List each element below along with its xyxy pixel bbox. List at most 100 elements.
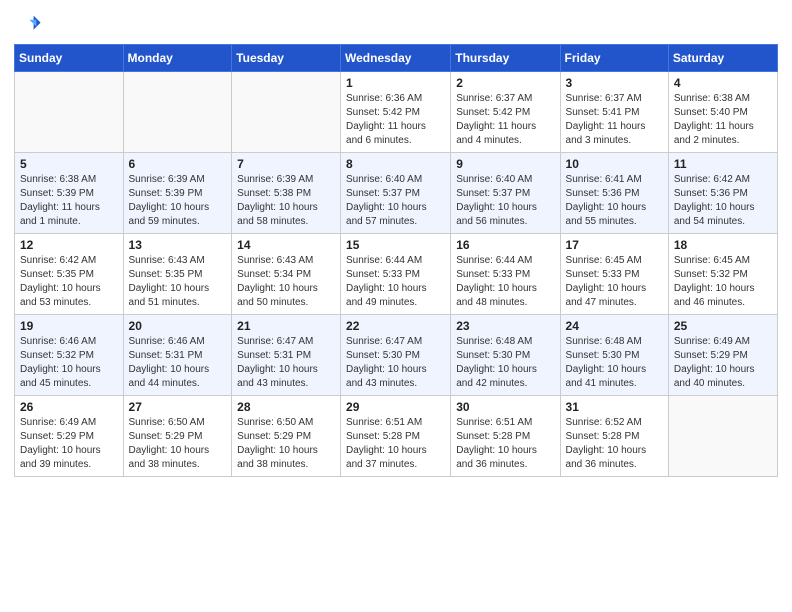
calendar-cell: 19 Sunrise: 6:46 AM Sunset: 5:32 PM Dayli… bbox=[15, 315, 124, 396]
day-info: Sunrise: 6:48 AM Sunset: 5:30 PM Dayligh… bbox=[566, 335, 663, 391]
day-info: Sunrise: 6:49 AM Sunset: 5:29 PM Dayligh… bbox=[674, 335, 772, 391]
calendar-cell: 29Sunrise: 6:51 AM Sunset: 5:28 PM Dayli… bbox=[341, 396, 451, 477]
day-info: Sunrise: 6:45 AM Sunset: 5:32 PM Dayligh… bbox=[674, 254, 772, 310]
day-info: Sunrise: 6:41 AM Sunset: 5:36 PM Dayligh… bbox=[566, 173, 663, 229]
day-info: Sunrise: 6:52 AM Sunset: 5:28 PM Dayligh… bbox=[566, 416, 663, 472]
col-header-tuesday: Tuesday bbox=[232, 45, 341, 72]
day-number: 8 bbox=[346, 157, 445, 171]
day-number: 22 bbox=[346, 319, 445, 333]
col-header-monday: Monday bbox=[123, 45, 232, 72]
day-number: 16 bbox=[456, 238, 554, 252]
day-info: Sunrise: 6:37 AM Sunset: 5:41 PM Dayligh… bbox=[566, 92, 663, 148]
calendar-cell: 25 Sunrise: 6:49 AM Sunset: 5:29 PM Dayli… bbox=[668, 315, 777, 396]
day-info: Sunrise: 6:39 AM Sunset: 5:39 PM Dayligh… bbox=[129, 173, 227, 229]
day-info: Sunrise: 6:47 AM Sunset: 5:31 PM Dayligh… bbox=[237, 335, 335, 391]
col-header-saturday: Saturday bbox=[668, 45, 777, 72]
day-number: 21 bbox=[237, 319, 335, 333]
day-number: 30 bbox=[456, 400, 554, 414]
col-header-friday: Friday bbox=[560, 45, 668, 72]
day-info: Sunrise: 6:49 AM Sunset: 5:29 PM Dayligh… bbox=[20, 416, 118, 472]
day-info: Sunrise: 6:39 AM Sunset: 5:38 PM Dayligh… bbox=[237, 173, 335, 229]
day-info: Sunrise: 6:50 AM Sunset: 5:29 PM Dayligh… bbox=[129, 416, 227, 472]
day-number: 25 bbox=[674, 319, 772, 333]
logo-icon bbox=[14, 10, 42, 38]
calendar-cell: 16Sunrise: 6:44 AM Sunset: 5:33 PM Dayli… bbox=[451, 234, 560, 315]
day-number: 1 bbox=[346, 76, 445, 90]
calendar-cell: 30 Sunrise: 6:51 AM Sunset: 5:28 PM Dayli… bbox=[451, 396, 560, 477]
calendar-cell: 17Sunrise: 6:45 AM Sunset: 5:33 PM Dayli… bbox=[560, 234, 668, 315]
calendar-cell: 3 Sunrise: 6:37 AM Sunset: 5:41 PM Daylig… bbox=[560, 72, 668, 153]
day-number: 18 bbox=[674, 238, 772, 252]
day-number: 27 bbox=[129, 400, 227, 414]
calendar-cell: 6 Sunrise: 6:39 AM Sunset: 5:39 PM Daylig… bbox=[123, 153, 232, 234]
day-info: Sunrise: 6:38 AM Sunset: 5:39 PM Dayligh… bbox=[20, 173, 118, 229]
day-number: 5 bbox=[20, 157, 118, 171]
day-number: 6 bbox=[129, 157, 227, 171]
calendar-row-4: 19 Sunrise: 6:46 AM Sunset: 5:32 PM Dayli… bbox=[15, 315, 778, 396]
calendar-header: SundayMondayTuesdayWednesdayThursdayFrid… bbox=[15, 45, 778, 72]
day-number: 14 bbox=[237, 238, 335, 252]
day-number: 2 bbox=[456, 76, 554, 90]
day-number: 23 bbox=[456, 319, 554, 333]
calendar-row-1: 1 Sunrise: 6:36 AM Sunset: 5:42 PM Daylig… bbox=[15, 72, 778, 153]
calendar-cell: 28 Sunrise: 6:50 AM Sunset: 5:29 PM Dayli… bbox=[232, 396, 341, 477]
day-number: 19 bbox=[20, 319, 118, 333]
calendar-cell: 14Sunrise: 6:43 AM Sunset: 5:34 PM Dayli… bbox=[232, 234, 341, 315]
calendar-cell: 5 Sunrise: 6:38 AM Sunset: 5:39 PM Daylig… bbox=[15, 153, 124, 234]
calendar-cell: 11 Sunrise: 6:42 AM Sunset: 5:36 PM Dayli… bbox=[668, 153, 777, 234]
day-number: 9 bbox=[456, 157, 554, 171]
col-header-thursday: Thursday bbox=[451, 45, 560, 72]
day-info: Sunrise: 6:46 AM Sunset: 5:32 PM Dayligh… bbox=[20, 335, 118, 391]
calendar-row-5: 26 Sunrise: 6:49 AM Sunset: 5:29 PM Dayli… bbox=[15, 396, 778, 477]
calendar-cell: 9 Sunrise: 6:40 AM Sunset: 5:37 PM Daylig… bbox=[451, 153, 560, 234]
day-number: 28 bbox=[237, 400, 335, 414]
calendar-cell: 26 Sunrise: 6:49 AM Sunset: 5:29 PM Dayli… bbox=[15, 396, 124, 477]
day-info: Sunrise: 6:51 AM Sunset: 5:28 PM Dayligh… bbox=[346, 416, 445, 472]
calendar-cell: 31 Sunrise: 6:52 AM Sunset: 5:28 PM Dayli… bbox=[560, 396, 668, 477]
calendar-cell: 7Sunrise: 6:39 AM Sunset: 5:38 PM Daylig… bbox=[232, 153, 341, 234]
calendar-cell bbox=[123, 72, 232, 153]
day-number: 31 bbox=[566, 400, 663, 414]
day-number: 11 bbox=[674, 157, 772, 171]
calendar-cell: 12 Sunrise: 6:42 AM Sunset: 5:35 PM Dayli… bbox=[15, 234, 124, 315]
col-header-wednesday: Wednesday bbox=[341, 45, 451, 72]
calendar-table: SundayMondayTuesdayWednesdayThursdayFrid… bbox=[14, 44, 778, 477]
day-info: Sunrise: 6:38 AM Sunset: 5:40 PM Dayligh… bbox=[674, 92, 772, 148]
day-info: Sunrise: 6:40 AM Sunset: 5:37 PM Dayligh… bbox=[456, 173, 554, 229]
calendar-cell bbox=[15, 72, 124, 153]
calendar-cell: 15Sunrise: 6:44 AM Sunset: 5:33 PM Dayli… bbox=[341, 234, 451, 315]
day-info: Sunrise: 6:51 AM Sunset: 5:28 PM Dayligh… bbox=[456, 416, 554, 472]
header-row: SundayMondayTuesdayWednesdayThursdayFrid… bbox=[15, 45, 778, 72]
day-info: Sunrise: 6:42 AM Sunset: 5:35 PM Dayligh… bbox=[20, 254, 118, 310]
calendar-cell: 20Sunrise: 6:46 AM Sunset: 5:31 PM Dayli… bbox=[123, 315, 232, 396]
day-info: Sunrise: 6:50 AM Sunset: 5:29 PM Dayligh… bbox=[237, 416, 335, 472]
day-number: 15 bbox=[346, 238, 445, 252]
calendar-cell: 1 Sunrise: 6:36 AM Sunset: 5:42 PM Daylig… bbox=[341, 72, 451, 153]
calendar-cell: 22Sunrise: 6:47 AM Sunset: 5:30 PM Dayli… bbox=[341, 315, 451, 396]
page: SundayMondayTuesdayWednesdayThursdayFrid… bbox=[0, 0, 792, 487]
calendar-cell: 8Sunrise: 6:40 AM Sunset: 5:37 PM Daylig… bbox=[341, 153, 451, 234]
day-info: Sunrise: 6:46 AM Sunset: 5:31 PM Dayligh… bbox=[129, 335, 227, 391]
day-info: Sunrise: 6:45 AM Sunset: 5:33 PM Dayligh… bbox=[566, 254, 663, 310]
col-header-sunday: Sunday bbox=[15, 45, 124, 72]
calendar-cell: 13Sunrise: 6:43 AM Sunset: 5:35 PM Dayli… bbox=[123, 234, 232, 315]
calendar-cell: 18 Sunrise: 6:45 AM Sunset: 5:32 PM Dayli… bbox=[668, 234, 777, 315]
day-number: 10 bbox=[566, 157, 663, 171]
calendar-cell: 10 Sunrise: 6:41 AM Sunset: 5:36 PM Dayli… bbox=[560, 153, 668, 234]
day-number: 24 bbox=[566, 319, 663, 333]
calendar-cell bbox=[232, 72, 341, 153]
calendar-row-2: 5 Sunrise: 6:38 AM Sunset: 5:39 PM Daylig… bbox=[15, 153, 778, 234]
day-info: Sunrise: 6:36 AM Sunset: 5:42 PM Dayligh… bbox=[346, 92, 445, 148]
calendar-cell: 2 Sunrise: 6:37 AM Sunset: 5:42 PM Daylig… bbox=[451, 72, 560, 153]
calendar-cell: 23 Sunrise: 6:48 AM Sunset: 5:30 PM Dayli… bbox=[451, 315, 560, 396]
day-number: 12 bbox=[20, 238, 118, 252]
day-number: 3 bbox=[566, 76, 663, 90]
day-number: 4 bbox=[674, 76, 772, 90]
calendar-cell: 21 Sunrise: 6:47 AM Sunset: 5:31 PM Dayli… bbox=[232, 315, 341, 396]
logo bbox=[14, 10, 46, 38]
day-number: 26 bbox=[20, 400, 118, 414]
day-info: Sunrise: 6:42 AM Sunset: 5:36 PM Dayligh… bbox=[674, 173, 772, 229]
day-info: Sunrise: 6:37 AM Sunset: 5:42 PM Dayligh… bbox=[456, 92, 554, 148]
day-info: Sunrise: 6:48 AM Sunset: 5:30 PM Dayligh… bbox=[456, 335, 554, 391]
day-info: Sunrise: 6:43 AM Sunset: 5:35 PM Dayligh… bbox=[129, 254, 227, 310]
